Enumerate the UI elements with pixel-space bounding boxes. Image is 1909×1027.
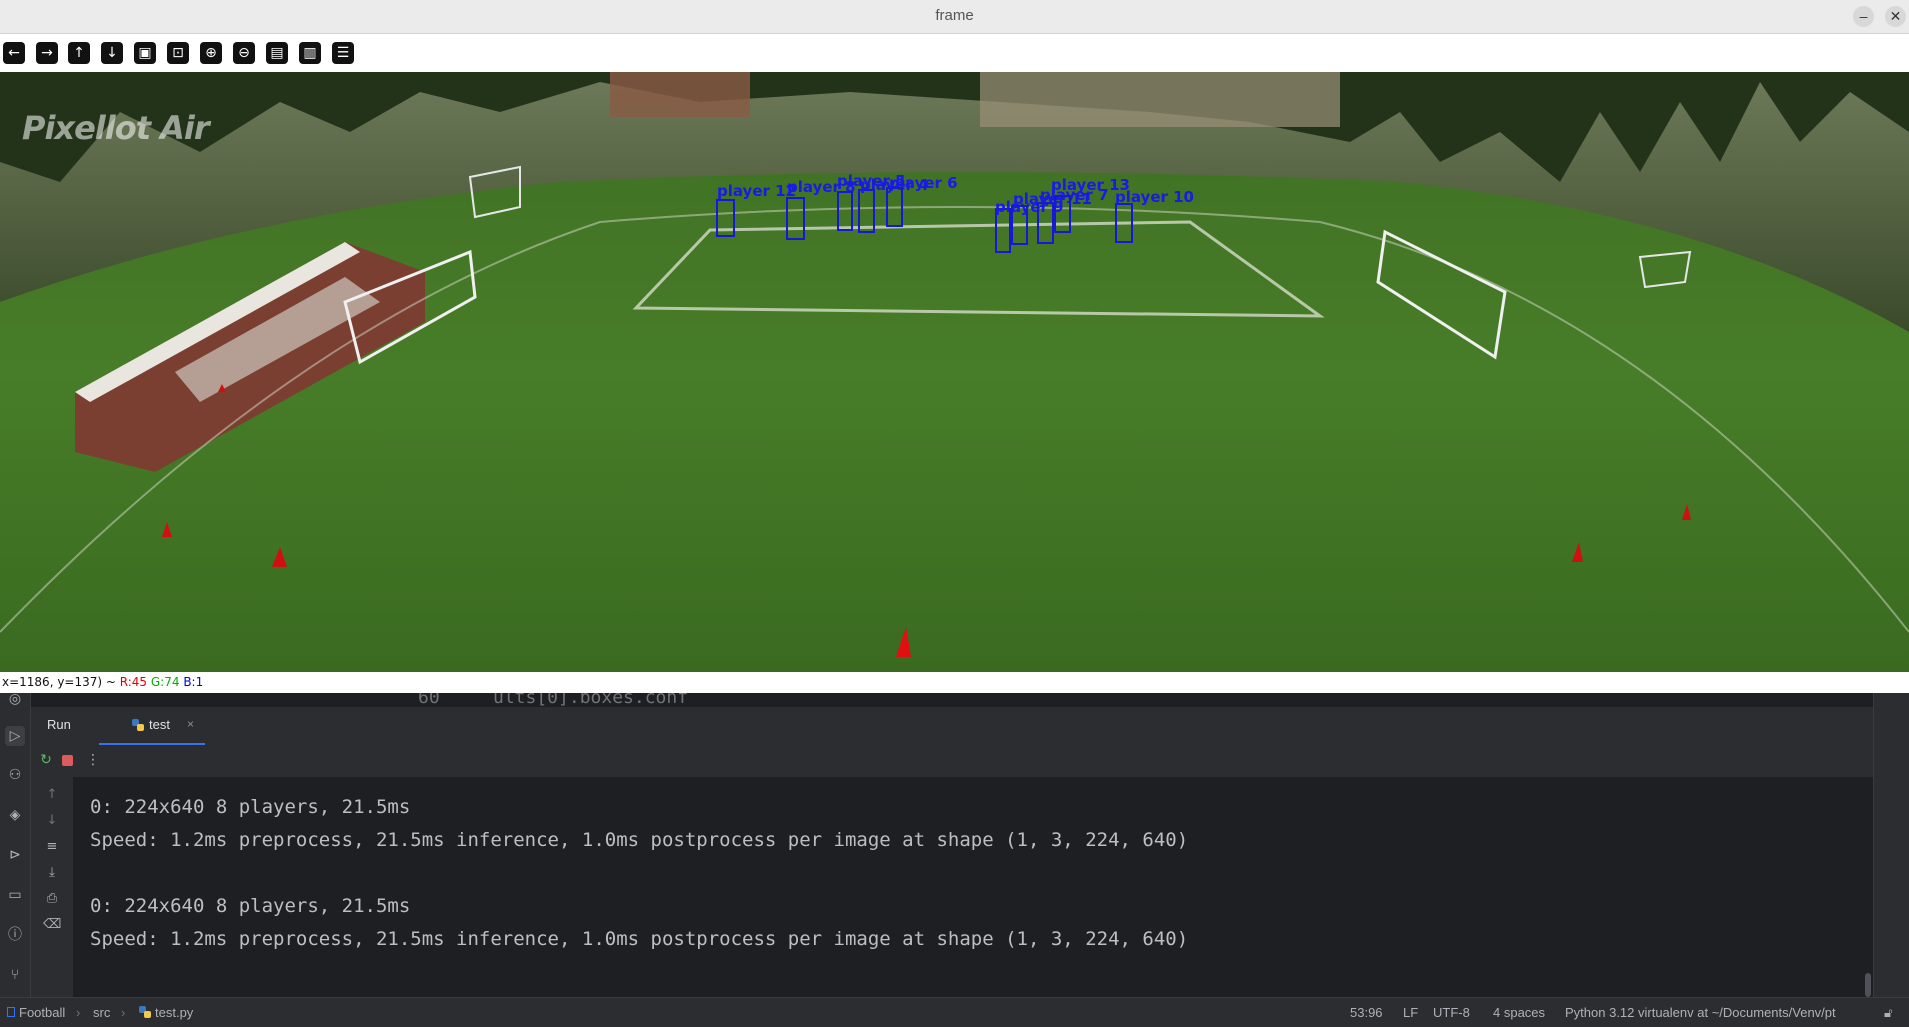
- zoom-fit-icon[interactable]: ▣: [134, 42, 156, 64]
- pixel-green-value: G:74: [150, 675, 180, 689]
- player-box: [1011, 205, 1028, 245]
- pixel-red-value: R:45: [119, 675, 148, 689]
- ide-run-panel: ◎ ▷ ⚇ ◈ ⊳ ▭ ⓘ ⑂ 60 ults[0].boxes.conf Ru…: [0, 691, 1909, 1027]
- breadcrumb-separator: ›: [121, 1005, 126, 1020]
- pan-down-icon[interactable]: ↓: [101, 42, 123, 64]
- player-box: [886, 187, 903, 227]
- close-button[interactable]: ✕: [1885, 6, 1906, 27]
- console-scrollbar[interactable]: [1865, 973, 1871, 997]
- more-options-icon[interactable]: ⋮: [84, 751, 102, 769]
- tool-window-bar: ◎ ▷ ⚇ ◈ ⊳ ▭ ⓘ ⑂: [0, 691, 31, 997]
- video-frame[interactable]: Pixellot Air player 12 player 8 player 5…: [0, 72, 1909, 672]
- problems-icon[interactable]: ⓘ: [5, 925, 25, 945]
- pixel-coordinates: x=1186, y=137) ~: [2, 675, 116, 689]
- properties-icon[interactable]: ☰: [332, 42, 354, 64]
- zoom-in-icon[interactable]: ⊕: [200, 42, 222, 64]
- zoom-out-icon[interactable]: ⊖: [233, 42, 255, 64]
- console-line: Speed: 1.2ms preprocess, 21.5ms inferenc…: [90, 928, 1189, 950]
- minimize-button[interactable]: –: [1853, 6, 1874, 27]
- clear-console-icon[interactable]: ⌫: [43, 916, 61, 934]
- scroll-to-end-icon[interactable]: ⤓: [43, 864, 61, 882]
- pixel-status-bar: x=1186, y=137) ~ R:45 G:74 B:1: [0, 672, 1909, 693]
- window-titlebar[interactable]: frame – ✕: [0, 0, 1909, 34]
- pan-right-icon[interactable]: →: [36, 42, 58, 64]
- terminal-icon[interactable]: ▭: [5, 885, 25, 905]
- line-ending[interactable]: LF: [1403, 998, 1418, 1027]
- pan-left-icon[interactable]: ←: [3, 42, 25, 64]
- scroll-up-icon[interactable]: ↑: [43, 786, 61, 804]
- console-gutter: ↑ ↓ ≡ ⤓ ⎙ ⌫: [31, 777, 73, 997]
- run-tool-icon[interactable]: ▷: [5, 726, 25, 746]
- scroll-down-icon[interactable]: ↓: [43, 812, 61, 830]
- field-scene: [0, 72, 1909, 672]
- save-icon[interactable]: ▤: [266, 42, 288, 64]
- console-line: 0: 224x640 8 players, 21.5ms: [90, 895, 411, 917]
- project-icon: [7, 998, 15, 1027]
- stop-icon: [61, 754, 73, 766]
- breadcrumb-file[interactable]: test.py: [155, 998, 193, 1027]
- window-title: frame: [935, 7, 974, 24]
- close-tab-icon[interactable]: ×: [187, 717, 194, 731]
- player-label: player 10: [1115, 188, 1194, 206]
- breadcrumb-project[interactable]: Football: [19, 998, 65, 1027]
- python-interpreter[interactable]: Python 3.12 virtualenv at ~/Documents/Ve…: [1565, 998, 1836, 1027]
- rerun-icon[interactable]: ↻: [37, 751, 55, 769]
- player-box: [837, 191, 853, 231]
- services-icon[interactable]: ⊳: [5, 845, 25, 865]
- stop-button[interactable]: [58, 751, 76, 769]
- pixellot-watermark: Pixellot Air: [22, 109, 210, 147]
- tab-test[interactable]: test ×: [99, 707, 205, 745]
- breadcrumb-separator: ›: [76, 1005, 81, 1020]
- code-fragment: ults[0].boxes.conf: [493, 693, 689, 707]
- player-label: player 12: [717, 182, 796, 200]
- python-console-icon[interactable]: ⚇: [5, 765, 25, 785]
- file-encoding[interactable]: UTF-8: [1433, 998, 1470, 1027]
- tab-label: test: [149, 717, 170, 732]
- pixel-blue-value: B:1: [183, 675, 204, 689]
- indent-setting[interactable]: 4 spaces: [1493, 998, 1545, 1027]
- editor-peek: 60 ults[0].boxes.conf: [31, 693, 1909, 707]
- player-box: [1115, 203, 1133, 243]
- python-file-icon: [139, 1006, 151, 1018]
- breadcrumb-folder[interactable]: src: [93, 998, 110, 1027]
- layers-icon[interactable]: ◈: [5, 805, 25, 825]
- soft-wrap-icon[interactable]: ≡: [43, 838, 61, 856]
- console-output[interactable]: 0: 224x640 8 players, 21.5ms Speed: 1.2m…: [73, 777, 1873, 997]
- right-tool-strip: [1873, 693, 1909, 997]
- ide-status-bar: Football › src › test.py 53:96 LF UTF-8 …: [0, 997, 1909, 1027]
- pan-up-icon[interactable]: ↑: [68, 42, 90, 64]
- caret-position[interactable]: 53:96: [1350, 998, 1383, 1027]
- run-title: Run: [47, 717, 71, 732]
- copy-clipboard-icon[interactable]: ▥: [299, 42, 321, 64]
- player-box: [1037, 202, 1054, 244]
- robot-icon[interactable]: ◎: [5, 689, 25, 709]
- player-box: [1054, 195, 1071, 233]
- console-line: 0: 224x640 8 players, 21.5ms: [90, 796, 411, 818]
- git-icon[interactable]: ⑂: [5, 965, 25, 985]
- player-label: player 6: [889, 174, 958, 192]
- player-box: [786, 197, 805, 240]
- player-box: [858, 189, 875, 233]
- zoom-original-icon[interactable]: ⊡: [167, 42, 189, 64]
- run-tab-bar: Run test ×: [31, 707, 1873, 746]
- lock-icon[interactable]: 🔓︎: [1884, 998, 1892, 1027]
- print-icon[interactable]: ⎙: [43, 890, 61, 908]
- line-number: 60: [418, 693, 440, 707]
- image-toolbar: ← → ↑ ↓ ▣ ⊡ ⊕ ⊖ ▤ ▥ ☰: [0, 34, 1909, 72]
- console-line: Speed: 1.2ms preprocess, 21.5ms inferenc…: [90, 829, 1189, 851]
- player-box: [716, 199, 735, 237]
- python-icon: [132, 719, 144, 731]
- run-controls: ↻ ⋮: [31, 745, 1873, 778]
